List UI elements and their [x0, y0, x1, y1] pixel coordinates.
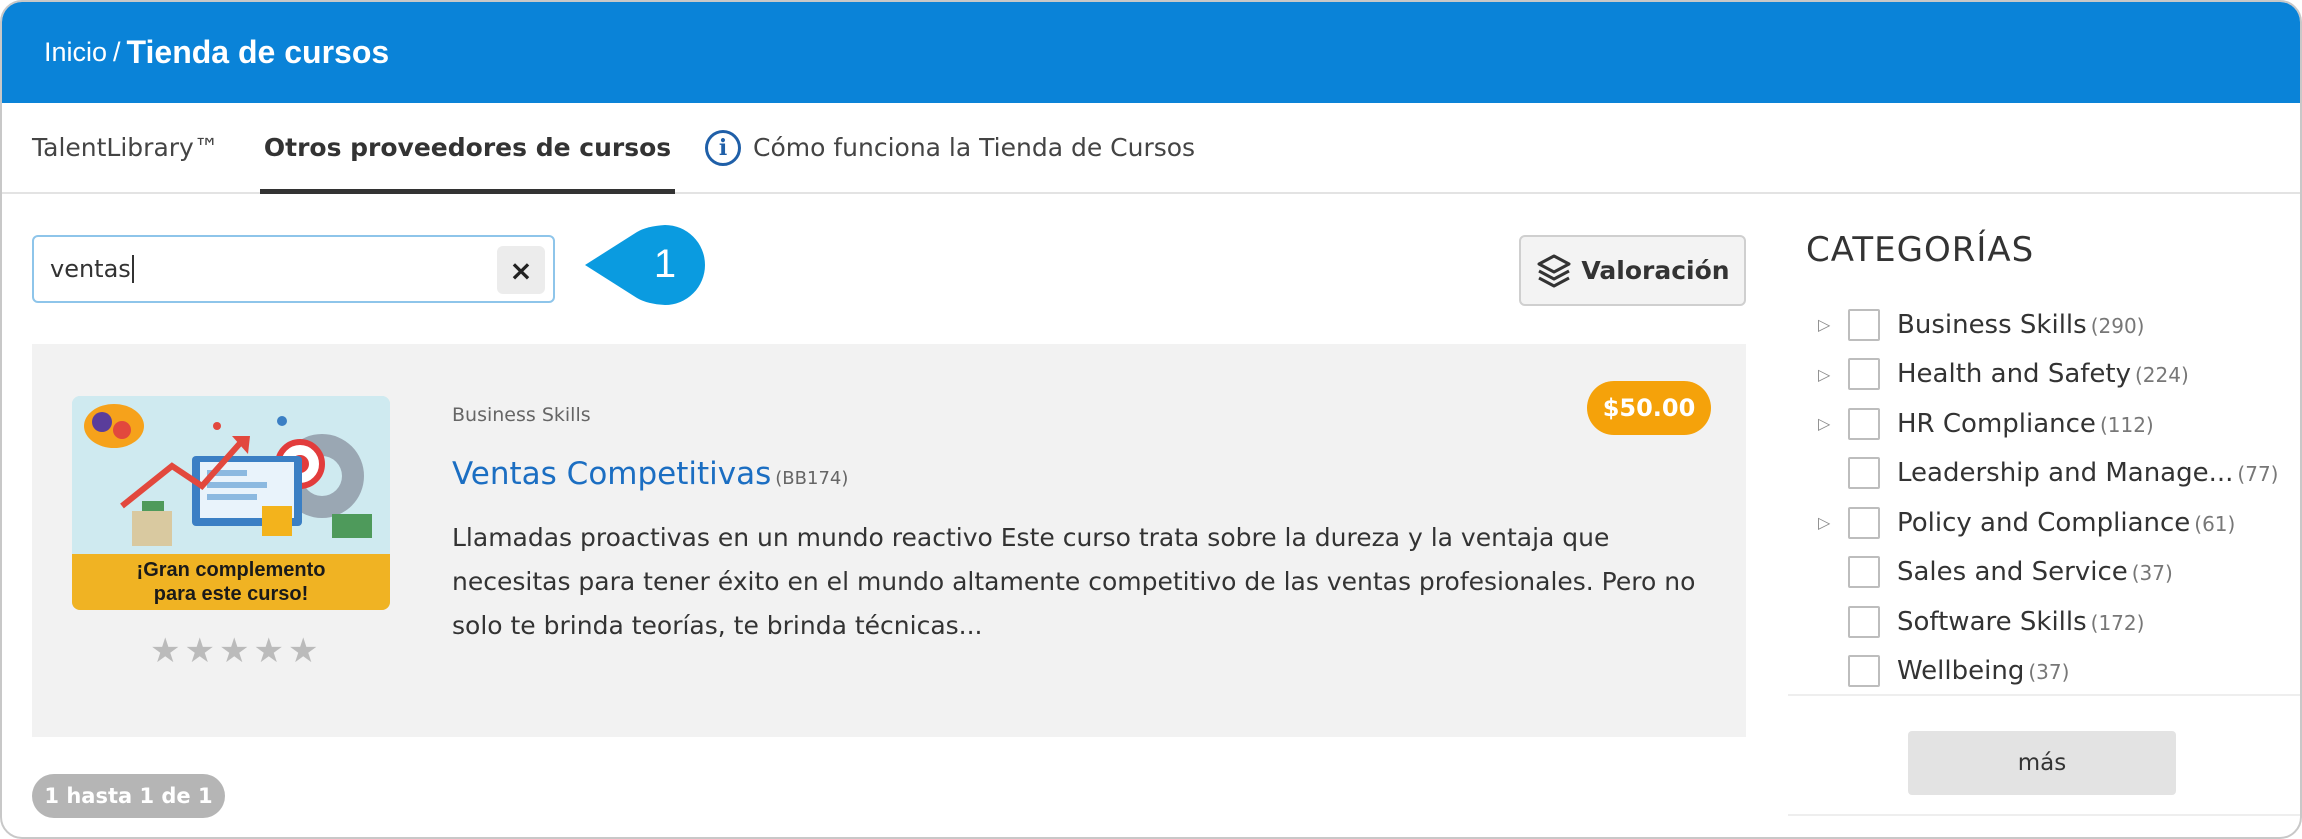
pagination-summary: 1 hasta 1 de 1 [32, 774, 225, 818]
category-checkbox[interactable] [1848, 506, 1880, 539]
sidebar-title: CATEGORÍAS [1806, 230, 2035, 270]
close-icon: × [509, 253, 533, 287]
thumbnail-line-2: para este curso! [153, 583, 309, 605]
category-checkbox[interactable] [1848, 407, 1880, 440]
thumbnail-banner: ¡Gran complemento para este curso! [72, 554, 390, 610]
category-item[interactable]: Leadership and Manage... (77) [1788, 449, 2288, 499]
sidebar-bottom-divider [1788, 814, 2300, 816]
search-input[interactable]: ventas × [32, 235, 555, 303]
thumbnail-line-1: ¡Gran complemento [136, 559, 326, 581]
category-item[interactable]: Wellbeing (37) [1788, 647, 2288, 697]
breadcrumb-separator: / [113, 37, 121, 67]
star-icon: ★ [184, 631, 215, 671]
category-checkbox[interactable] [1848, 556, 1880, 589]
expand-arrow-icon[interactable]: ▷ [1818, 315, 1830, 334]
more-categories-button[interactable]: más [1908, 731, 2176, 795]
category-item[interactable]: ▷ HR Compliance (112) [1788, 399, 2288, 449]
category-label: Business Skills (290) [1897, 309, 2145, 340]
tab-other-providers[interactable]: Otros proveedores de cursos [260, 103, 675, 194]
course-thumbnail[interactable]: ¡Gran complemento para este curso! [72, 396, 390, 610]
star-icon: ★ [150, 631, 181, 671]
clear-search-button[interactable]: × [497, 246, 545, 294]
course-code: (BB174) [775, 468, 849, 489]
text-caret [131, 255, 134, 283]
category-checkbox[interactable] [1848, 605, 1880, 638]
expand-arrow-icon[interactable]: ▷ [1818, 365, 1830, 384]
info-icon: i [705, 129, 741, 166]
breadcrumb-home-link[interactable]: Inicio [44, 37, 107, 68]
tab-label: Cómo funciona la Tienda de Cursos [753, 133, 1196, 162]
sidebar-divider [1788, 694, 2300, 696]
star-icon: ★ [287, 631, 319, 671]
category-label: Policy and Compliance (61) [1897, 507, 2236, 538]
price-badge: $50.00 [1587, 381, 1711, 435]
course-category: Business Skills [452, 404, 591, 426]
course-card[interactable]: ¡Gran complemento para este curso! ★ ★ ★… [32, 344, 1746, 737]
page-title: Tienda de cursos [126, 34, 390, 70]
header-bar: Inicio / Tienda de cursos [2, 2, 2300, 103]
course-title-link[interactable]: Ventas Competitivas (BB174) [452, 456, 848, 492]
course-description: Llamadas proactivas en un mundo reactivo… [452, 523, 1696, 640]
category-label: HR Compliance (112) [1897, 408, 2154, 439]
sort-button-label: Valoración [1581, 256, 1730, 285]
category-checkbox[interactable] [1848, 457, 1880, 490]
category-label: Wellbeing (37) [1897, 656, 2070, 687]
category-checkbox[interactable] [1848, 655, 1880, 688]
course-store-window: Inicio / Tienda de cursos TalentLibrary™… [0, 0, 2302, 839]
star-icon: ★ [218, 631, 250, 671]
tab-how-it-works[interactable]: i Cómo funciona la Tienda de Cursos [705, 103, 1195, 192]
category-label: Sales and Service (37) [1897, 557, 2173, 588]
layers-icon [1537, 254, 1571, 287]
expand-arrow-icon[interactable]: ▷ [1818, 414, 1830, 433]
course-title: Ventas Competitivas [452, 456, 772, 492]
category-item[interactable]: Sales and Service (37) [1788, 548, 2288, 598]
tab-bar: TalentLibrary™ Otros proveedores de curs… [2, 103, 2300, 194]
category-list: ▷ Business Skills (290) ▷ Health and Safe… [1788, 300, 2288, 696]
expand-arrow-icon[interactable]: ▷ [1818, 513, 1830, 532]
tab-label: Otros proveedores de cursos [263, 133, 672, 162]
categories-sidebar: CATEGORÍAS ▷ Business Skills (290) ▷ Heal… [1788, 194, 2300, 816]
category-checkbox[interactable] [1848, 308, 1880, 341]
category-item[interactable]: ▷ Business Skills (290) [1788, 300, 2288, 350]
category-item[interactable]: ▷ Health and Safety (224) [1788, 350, 2288, 400]
tab-label: TalentLibrary™ [32, 133, 219, 162]
category-checkbox[interactable] [1848, 358, 1880, 391]
course-illustration [72, 396, 390, 554]
category-label: Leadership and Manage... (77) [1897, 458, 2279, 489]
category-item[interactable]: Software Skills (172) [1788, 597, 2288, 647]
category-item[interactable]: ▷ Policy and Compliance (61) [1788, 498, 2288, 548]
category-label: Health and Safety (224) [1897, 359, 2189, 390]
callout-marker: 1 [585, 225, 705, 305]
tab-talentlibrary[interactable]: TalentLibrary™ [32, 103, 235, 192]
sort-rating-button[interactable]: Valoración [1519, 235, 1746, 306]
category-label: Software Skills (172) [1897, 606, 2145, 637]
callout-number: 1 [654, 242, 676, 286]
search-input-value: ventas [50, 255, 131, 283]
rating-stars[interactable]: ★ ★ ★ ★ ★ [150, 634, 318, 668]
star-icon: ★ [253, 631, 284, 671]
